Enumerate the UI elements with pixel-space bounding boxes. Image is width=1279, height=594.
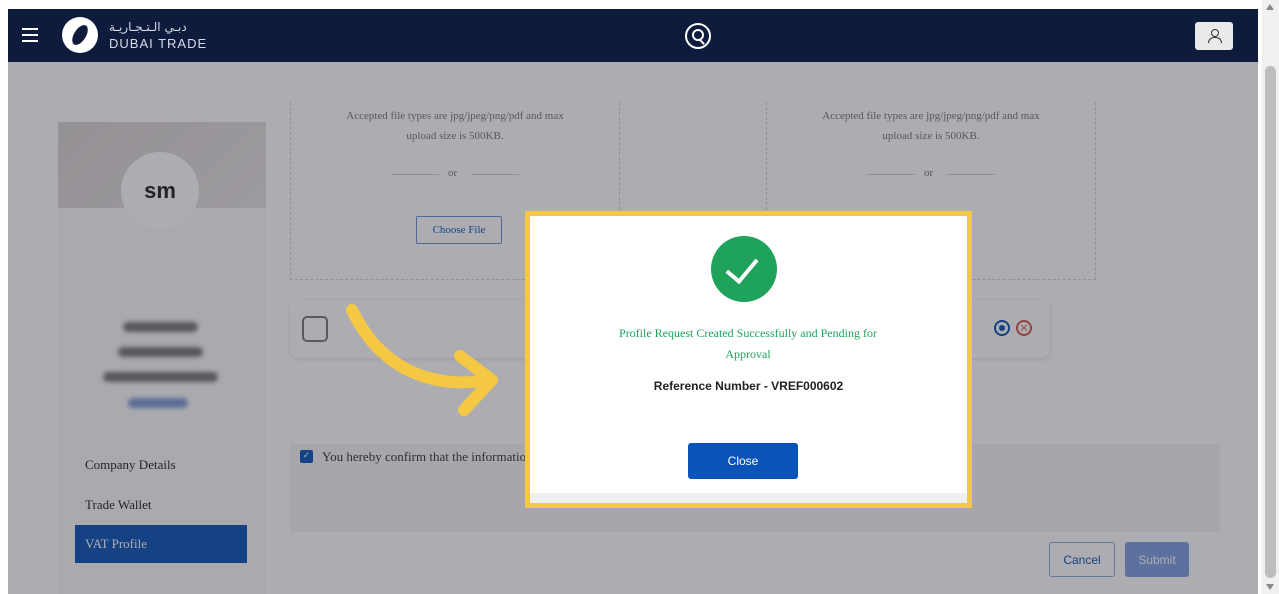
menu-icon[interactable]	[22, 28, 38, 42]
reference-number: Reference Number - VREF000602	[653, 379, 844, 393]
scroll-thumb[interactable]	[1265, 66, 1276, 578]
user-icon[interactable]	[1195, 22, 1233, 50]
logo-english-text: DUBAI TRADE	[109, 36, 208, 51]
modal-footer	[530, 493, 967, 503]
dubai-trade-logo[interactable]	[62, 17, 98, 53]
close-button[interactable]: Close	[688, 443, 798, 479]
page-scrollbar[interactable]	[1262, 0, 1279, 594]
top-navbar: دبـي الـتـجـاريـة DUBAI TRADE	[8, 9, 1258, 62]
logo-arabic-text: دبـي الـتـجـاريـة	[109, 20, 187, 34]
success-message: Profile Request Created Successfully and…	[619, 326, 877, 361]
success-modal: Profile Request Created Successfully and…	[525, 211, 972, 508]
search-icon[interactable]	[685, 23, 711, 49]
success-check-icon	[711, 236, 777, 302]
annotation-arrow-icon	[346, 304, 498, 416]
scroll-up-arrow-icon[interactable]	[1266, 4, 1274, 10]
scroll-down-arrow-icon[interactable]	[1266, 584, 1274, 590]
